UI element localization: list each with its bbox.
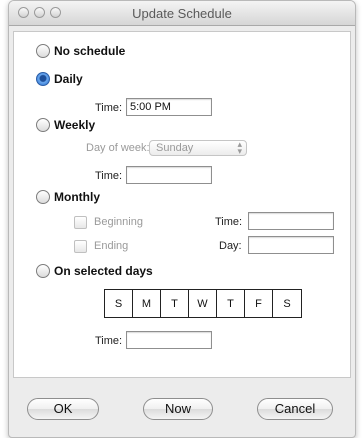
beginning-checkbox[interactable] bbox=[74, 216, 87, 229]
on-selected-days-label[interactable]: On selected days bbox=[54, 264, 153, 278]
ending-checkbox[interactable] bbox=[74, 240, 87, 253]
stepper-arrows-icon: ▴ ▾ bbox=[237, 139, 242, 156]
day-button-monday[interactable]: M bbox=[133, 290, 161, 317]
day-of-week-label: Day of week: bbox=[86, 142, 150, 154]
day-button-wednesday[interactable]: W bbox=[189, 290, 217, 317]
schedule-panel: No schedule Daily Time: 5:00 PM Weekly D… bbox=[13, 31, 351, 378]
beginning-label: Beginning bbox=[94, 216, 143, 228]
window-title: Update Schedule bbox=[132, 6, 232, 21]
no-schedule-label[interactable]: No schedule bbox=[54, 44, 125, 58]
monthly-day-field[interactable] bbox=[248, 236, 334, 254]
weekly-radio[interactable] bbox=[36, 118, 50, 132]
day-button-tuesday[interactable]: T bbox=[161, 290, 189, 317]
no-schedule-radio[interactable] bbox=[36, 44, 50, 58]
on-selected-days-radio[interactable] bbox=[36, 264, 50, 278]
day-of-week-value: Sunday bbox=[156, 142, 194, 154]
daily-time-label: Time: bbox=[95, 102, 123, 114]
day-button-sunday[interactable]: S bbox=[105, 290, 133, 317]
day-button-thursday[interactable]: T bbox=[217, 290, 245, 317]
monthly-radio[interactable] bbox=[36, 190, 50, 204]
day-button-friday[interactable]: F bbox=[245, 290, 273, 317]
daily-label[interactable]: Daily bbox=[54, 72, 83, 86]
monthly-label[interactable]: Monthly bbox=[54, 190, 100, 204]
monthly-time-label: Time: bbox=[215, 216, 243, 228]
day-button-saturday[interactable]: S bbox=[273, 290, 301, 317]
weekly-time-field[interactable] bbox=[126, 166, 212, 184]
title-bar: Update Schedule bbox=[9, 1, 355, 26]
now-button[interactable]: Now bbox=[143, 398, 213, 420]
weekly-label[interactable]: Weekly bbox=[54, 118, 95, 132]
monthly-day-label: Day: bbox=[219, 240, 242, 252]
update-schedule-window: Update Schedule No schedule Daily Time: … bbox=[8, 0, 356, 438]
ending-label: Ending bbox=[94, 240, 129, 252]
selected-days-time-label: Time: bbox=[95, 335, 123, 347]
day-of-week-select[interactable]: Sunday ▴ ▾ bbox=[149, 140, 247, 156]
weekly-time-label: Time: bbox=[95, 170, 123, 182]
weekday-selector: S M T W T F S bbox=[104, 289, 302, 318]
monthly-time-field[interactable] bbox=[248, 212, 334, 230]
ok-button[interactable]: OK bbox=[27, 398, 99, 420]
cancel-button[interactable]: Cancel bbox=[257, 398, 333, 420]
daily-radio[interactable] bbox=[36, 72, 50, 86]
daily-time-field[interactable]: 5:00 PM bbox=[126, 98, 212, 116]
selected-days-time-field[interactable] bbox=[126, 331, 212, 349]
